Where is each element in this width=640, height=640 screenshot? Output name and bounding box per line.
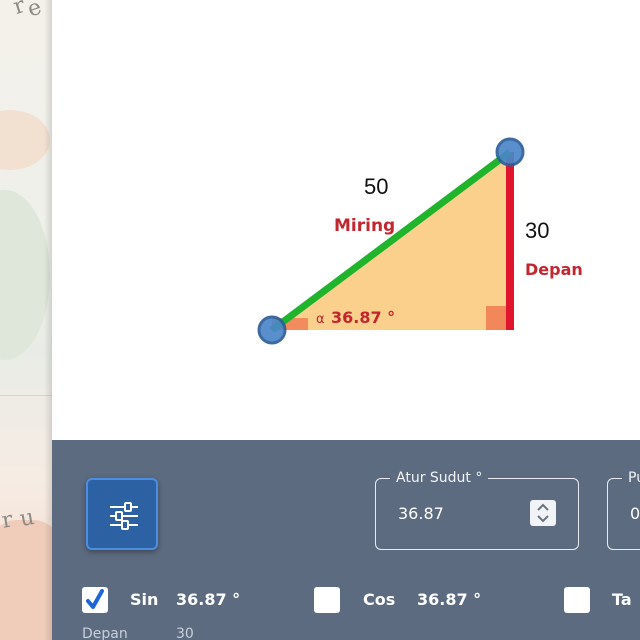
hypotenuse-label: Miring	[334, 216, 395, 236]
triangle-canvas: 50 Miring 30 Depan α 36.87 °	[52, 0, 640, 440]
sin-detail-label: Depan	[82, 626, 128, 640]
stepper-arrows-icon	[537, 503, 549, 523]
tan-checkbox[interactable]	[564, 587, 590, 613]
triangle-diagram: 50 Miring 30 Depan α 36.87 °	[257, 137, 583, 345]
sin-checkbox[interactable]	[82, 587, 108, 613]
angle-input-value[interactable]: 36.87	[398, 504, 444, 523]
angle-input-field[interactable]: Atur Sudut ° 36.87	[375, 470, 579, 550]
check-icon	[86, 589, 104, 609]
sin-value: 36.87 °	[176, 590, 241, 609]
background-illustration: r e r u	[0, 0, 52, 640]
angle-input-legend: Atur Sudut °	[390, 470, 489, 486]
second-input-legend: Pu	[622, 470, 640, 486]
app-root: r e r u 50 Miring 30 Depan α 36.87 ° Atu…	[0, 0, 640, 640]
opposite-label: Depan	[525, 260, 583, 279]
angle-symbol: α	[316, 312, 325, 327]
angle-value: 36.87 °	[331, 308, 395, 327]
vertex-handle-b[interactable]	[495, 137, 525, 167]
hypotenuse-value: 50	[364, 174, 388, 199]
settings-button[interactable]	[86, 478, 158, 550]
cos-label: Cos	[363, 590, 396, 609]
vertex-handle-a[interactable]	[257, 315, 287, 345]
sin-label: Sin	[130, 590, 159, 609]
cos-value: 36.87 °	[417, 590, 482, 609]
sin-detail-value: 30	[176, 626, 194, 640]
opposite-value: 30	[525, 218, 549, 243]
angle-stepper[interactable]	[530, 500, 556, 526]
control-panel: Atur Sudut ° 36.87 Pu 0 Sin 36.87 ° Cos …	[52, 440, 640, 640]
second-input-value[interactable]: 0	[630, 504, 640, 523]
sliders-icon	[110, 502, 138, 530]
cos-checkbox[interactable]	[314, 587, 340, 613]
tan-label: Ta	[612, 590, 632, 609]
second-input-field[interactable]: Pu 0	[607, 470, 640, 550]
